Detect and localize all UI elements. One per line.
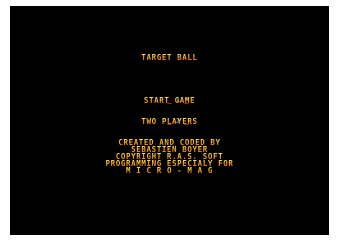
game-title: TARGET BALL (10, 54, 329, 62)
game-screen: TARGET BALL _ 1 _ START GAME _ 2 _ TWO P… (10, 6, 329, 235)
credits-line-micro-mag: M I C R O - M A G (10, 167, 329, 175)
menu-option-two-players[interactable]: TWO PLAYERS (10, 118, 329, 126)
menu-option-start-game[interactable]: START GAME (10, 97, 329, 105)
